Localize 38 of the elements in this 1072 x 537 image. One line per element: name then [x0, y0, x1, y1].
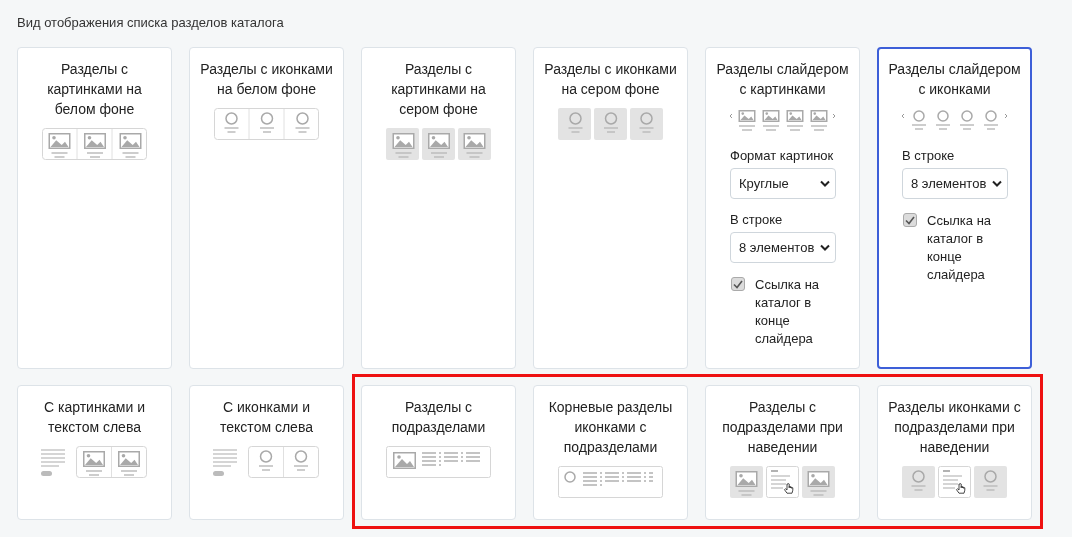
section-heading: Вид отображения списка разделов каталога [17, 14, 285, 31]
field-label: Формат картинок [730, 148, 835, 164]
layout-option[interactable]: С иконками и текстом слева [189, 385, 344, 520]
checkbox[interactable] [903, 213, 917, 227]
checkbox[interactable] [731, 277, 745, 291]
checkbox-label: Ссылка на каталог в конце слайдера [755, 276, 821, 348]
option-title: Разделы с картинками на белом фоне [46, 60, 143, 119]
select-field[interactable]: 8 элементов [730, 232, 836, 263]
layout-option[interactable]: Разделы с подразделами [361, 385, 516, 520]
option-title: Разделы с иконками на сером фоне [543, 60, 678, 99]
field-label: В строке [902, 148, 956, 164]
layout-option[interactable]: Разделы слайдером с картинками Формат картинок Круглые В строке 8 элементов Ссылка на каталог в конце слайдера [705, 47, 860, 369]
layout-option[interactable]: Разделы с картинками на белом фоне [17, 47, 172, 369]
option-title: С картинками и текстом слева [42, 398, 146, 437]
option-title: Разделы иконками с подразделами при наведении [887, 398, 1022, 457]
option-title: Разделы слайдером с иконками [887, 60, 1022, 99]
layout-option[interactable]: Разделы с картинками на сером фоне [361, 47, 516, 369]
layout-option[interactable]: Корневые разделы иконками с подразделами [533, 385, 688, 520]
chevron-down-icon [820, 244, 830, 251]
option-title: Разделы слайдером с картинками [715, 60, 850, 99]
layout-option[interactable]: С картинками и текстом слева [17, 385, 172, 520]
option-title: Корневые разделы иконками с подразделами [547, 398, 674, 457]
option-title: Разделы с подразделами при наведении [721, 398, 844, 457]
layout-option[interactable]: Разделы с иконками на сером фоне [533, 47, 688, 369]
layout-option[interactable]: Разделы с иконками на белом фоне [189, 47, 344, 369]
layout-option[interactable]: Разделы слайдером с иконками В строке 8 элементов Ссылка на каталог в конце слайдера [877, 47, 1032, 369]
chevron-down-icon [820, 180, 830, 187]
option-title: Разделы с иконками на белом фоне [199, 60, 334, 99]
checkbox-label: Ссылка на каталог в конце слайдера [927, 212, 993, 284]
layout-option[interactable]: Разделы с подразделами при наведении [705, 385, 860, 520]
select-field[interactable]: Круглые [730, 168, 836, 199]
select-field[interactable]: 8 элементов [902, 168, 1008, 199]
option-title: Разделы с картинками на сером фоне [390, 60, 487, 119]
layout-option[interactable]: Разделы иконками с подразделами при наведении [877, 385, 1032, 520]
option-title: С иконками и текстом слева [219, 398, 314, 437]
field-label: В строке [730, 212, 784, 228]
chevron-down-icon [992, 180, 1002, 187]
option-title: Разделы с подразделами [390, 398, 487, 437]
